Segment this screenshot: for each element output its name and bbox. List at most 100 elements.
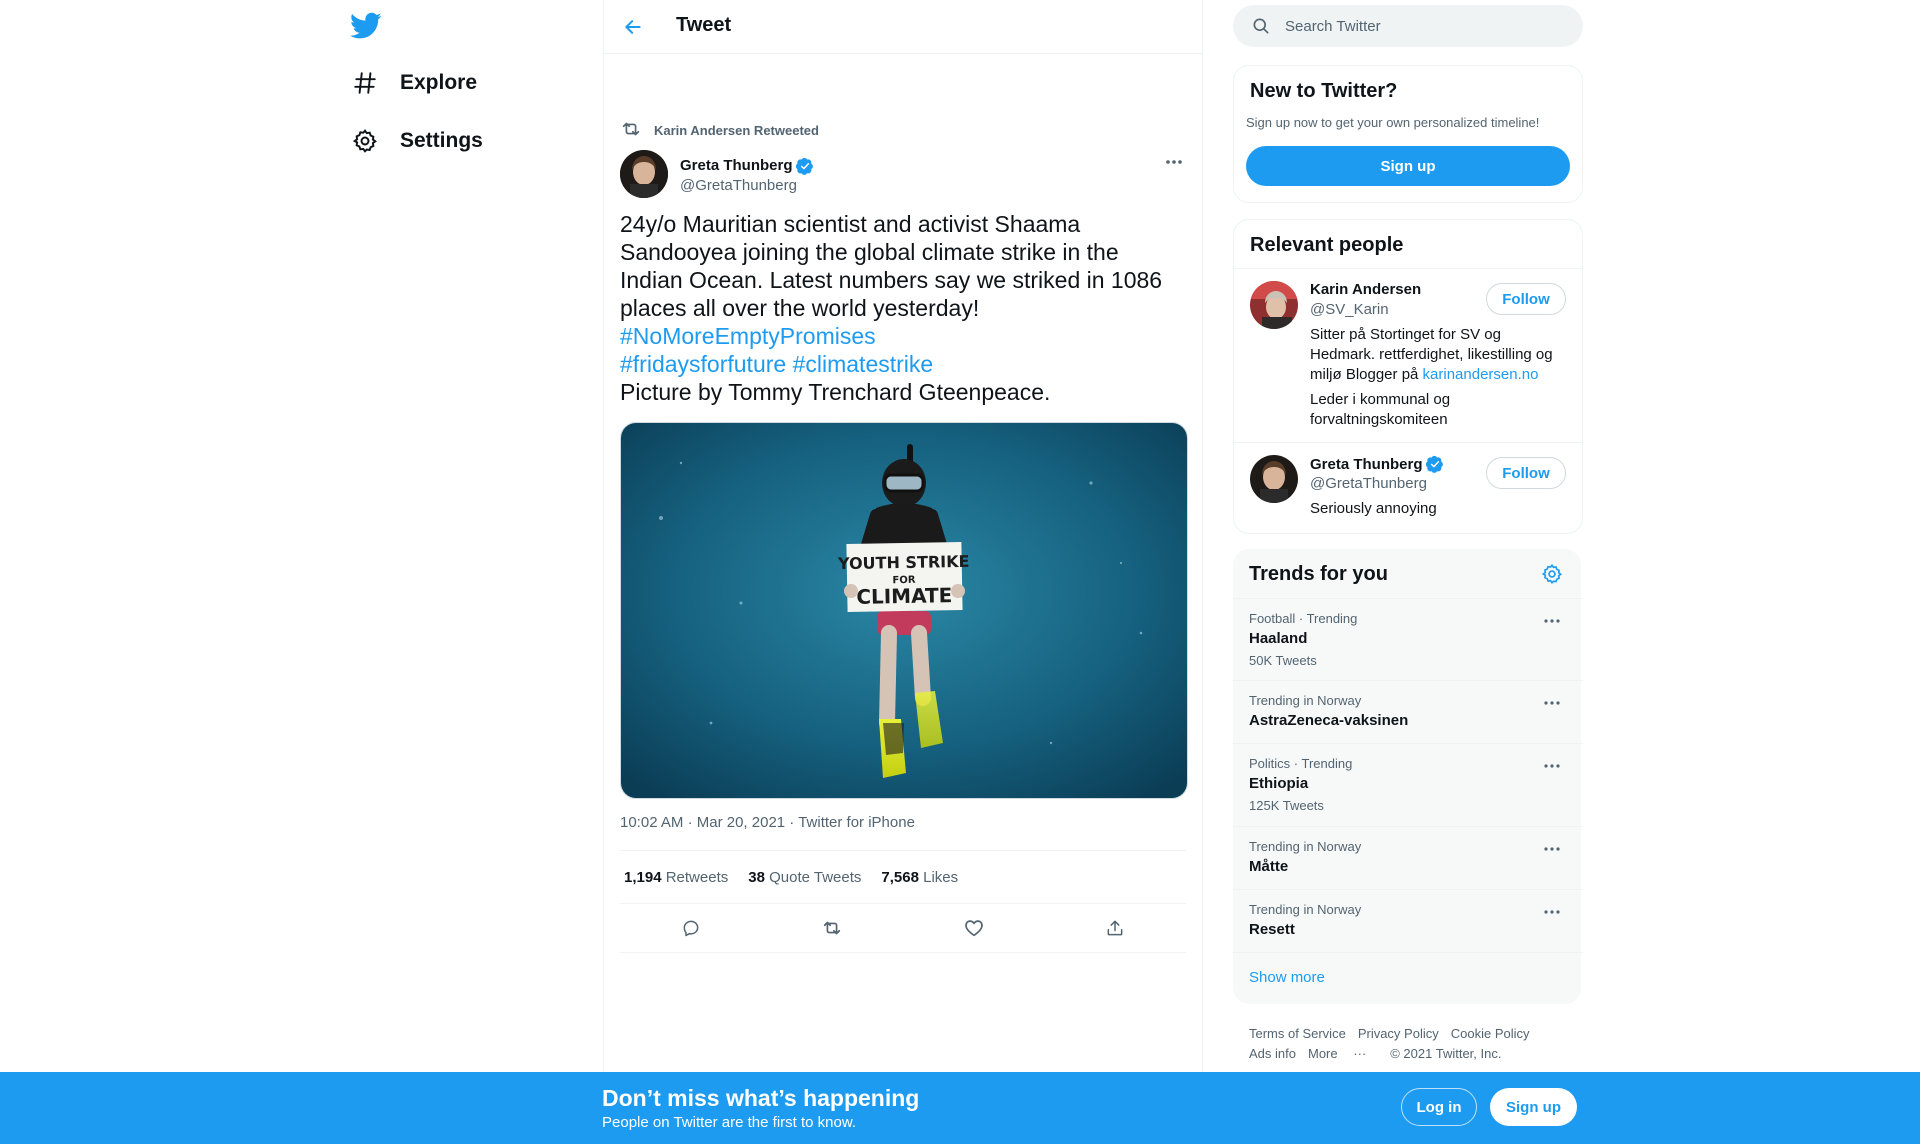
trend-more-button[interactable] [1539, 611, 1565, 631]
trend-meta: Politics · Trending [1249, 756, 1353, 771]
tweet-date[interactable]: Mar 20, 2021 [697, 814, 785, 831]
footer-links: Terms of Service Privacy Policy Cookie Pol… [1249, 1024, 1579, 1064]
trends-card: Trends for you Football · Trending Haala… [1233, 549, 1583, 1005]
trend-name: AstraZeneca-vaksinen [1249, 712, 1409, 729]
hashtag-link[interactable]: #climatestrike [793, 351, 934, 377]
banner-title: Don’t miss what’s happening [602, 1085, 920, 1111]
main-column: Tweet Karin Andersen Retweeted Greta Thu… [603, 0, 1203, 1072]
person-bio: Sitter på Stortinget for SV og Hedmark. … [1310, 325, 1570, 385]
retweet-button[interactable] [815, 911, 849, 945]
show-more-link[interactable]: Show more [1233, 952, 1583, 1005]
author-handle[interactable]: @GretaThunberg [680, 176, 814, 196]
search-input[interactable] [1283, 16, 1567, 36]
person-bio-extra: Leder i kommunal og forvaltningskomiteen [1310, 390, 1570, 430]
trend-item[interactable]: Trending in Norway Måtte [1233, 826, 1583, 890]
follow-button[interactable]: Follow [1486, 457, 1566, 489]
log-in-button[interactable]: Log in [1401, 1088, 1477, 1126]
bio-line: forvaltningskomiteen [1310, 411, 1448, 428]
more-dots-icon [1544, 764, 1560, 768]
card-subtitle: Sign up now to get your own personalized… [1246, 115, 1540, 130]
person-name-text: Greta Thunberg [1310, 455, 1423, 473]
trend-more-button[interactable] [1539, 839, 1565, 859]
bio-link[interactable]: karinandersen.no [1423, 366, 1539, 383]
retweet-context[interactable]: Karin Andersen Retweeted [620, 118, 819, 142]
more-dots-icon [1544, 701, 1560, 705]
tweet-image[interactable]: YOUTH STRIKE FOR CLIMATE [620, 422, 1188, 799]
reply-icon [681, 918, 701, 938]
trends-settings-button[interactable] [1541, 563, 1565, 587]
more-dots-icon [1544, 619, 1560, 623]
trend-count: 125K Tweets [1249, 798, 1324, 813]
sign-up-button[interactable]: Sign up [1246, 146, 1570, 186]
person-item[interactable]: Greta Thunberg @GretaThunberg Seriously … [1234, 442, 1582, 533]
gear-icon [350, 126, 380, 156]
nav-settings[interactable]: Settings [350, 113, 483, 169]
person-handle[interactable]: @SV_Karin [1310, 301, 1389, 318]
sign-line: CLIMATE [856, 583, 952, 609]
person-handle[interactable]: @GretaThunberg [1310, 475, 1427, 492]
follow-button[interactable]: Follow [1486, 283, 1566, 315]
hashtag-icon [350, 68, 380, 98]
author-name[interactable]: Greta Thunberg [680, 156, 814, 176]
share-button[interactable] [1098, 911, 1132, 945]
footer-link-privacy[interactable]: Privacy Policy [1358, 1026, 1439, 1041]
trend-more-button[interactable] [1539, 902, 1565, 922]
likes-stat[interactable]: 7,568 Likes [881, 869, 958, 886]
more-dots-icon: ··· [1353, 1046, 1367, 1061]
tweet-text-credit: Picture by Tommy Trenchard Gteenpeace. [620, 379, 1051, 405]
trend-name: Resett [1249, 921, 1295, 938]
trend-name: Måtte [1249, 858, 1289, 875]
footer-link-terms[interactable]: Terms of Service [1249, 1026, 1346, 1041]
nav-explore-label: Explore [400, 71, 478, 94]
retweets-stat[interactable]: 1,194 Retweets [624, 869, 728, 886]
trend-item[interactable]: Trending in Norway AstraZeneca-vaksinen [1233, 680, 1583, 744]
bio-line: Hedmark. rettferdighet, likestilling og [1310, 346, 1553, 363]
bio-line: miljø Blogger på [1310, 366, 1423, 383]
trend-meta: Trending in Norway [1249, 902, 1362, 917]
tweet-header: Tweet [604, 0, 1202, 54]
footer-link-cookie[interactable]: Cookie Policy [1451, 1026, 1530, 1041]
trend-item[interactable]: Trending in Norway Resett [1233, 889, 1583, 953]
trend-more-button[interactable] [1539, 693, 1565, 713]
footer-link-more[interactable]: More ··· [1308, 1046, 1378, 1061]
stat-count: 7,568 [881, 868, 919, 886]
meta-separator: · [687, 814, 693, 831]
new-to-twitter-card: New to Twitter? Sign up now to get your … [1233, 65, 1583, 203]
back-button[interactable] [618, 12, 648, 42]
hashtag-link[interactable]: #fridaysforfuture [620, 351, 786, 377]
tweet-time[interactable]: 10:02 AM [620, 814, 683, 831]
hashtag-link[interactable]: #NoMoreEmptyPromises [620, 323, 876, 349]
avatar[interactable] [1250, 281, 1298, 329]
tweet-text: 24y/o Mauritian scientist and activist S… [620, 210, 1180, 406]
quote-tweets-stat[interactable]: 38 Quote Tweets [748, 869, 861, 886]
person-bio: Seriously annoying [1310, 500, 1437, 517]
more-dots-icon [1544, 910, 1560, 914]
trend-meta: Trending in Norway [1249, 693, 1362, 708]
tweet-text-line: places all over the world yesterday! [620, 295, 980, 321]
tweet-source[interactable]: Twitter for iPhone [798, 814, 915, 831]
nav-explore[interactable]: Explore [350, 55, 477, 111]
like-button[interactable] [957, 911, 991, 945]
trend-item[interactable]: Football · Trending Haaland 50K Tweets [1233, 598, 1583, 681]
search-box[interactable] [1233, 5, 1583, 47]
person-name[interactable]: Greta Thunberg [1310, 455, 1444, 473]
person-item[interactable]: Karin Andersen @SV_Karin Sitter på Stort… [1234, 268, 1582, 443]
trend-name: Ethiopia [1249, 775, 1309, 792]
footer-link-ads[interactable]: Ads info [1249, 1046, 1296, 1061]
reply-button[interactable] [674, 911, 708, 945]
avatar[interactable] [620, 150, 668, 198]
page-title: Tweet [676, 14, 732, 36]
retweeted-by-label: Karin Andersen Retweeted [654, 122, 819, 138]
avatar[interactable] [1250, 455, 1298, 503]
twitter-bird-icon[interactable] [350, 12, 382, 40]
tweet-text-line: Indian Ocean. Latest numbers say we stri… [620, 267, 1163, 293]
trend-item[interactable]: Politics · Trending Ethiopia 125K Tweets [1233, 743, 1583, 827]
trend-more-button[interactable] [1539, 756, 1565, 776]
tweet-more-button[interactable] [1160, 148, 1188, 176]
stat-count: 38 [748, 868, 765, 886]
person-name[interactable]: Karin Andersen [1310, 281, 1421, 298]
stat-label: Retweets [665, 868, 729, 886]
banner-sign-up-button[interactable]: Sign up [1490, 1088, 1577, 1126]
search-icon [1251, 16, 1271, 36]
stat-label: Quote Tweets [769, 868, 862, 886]
